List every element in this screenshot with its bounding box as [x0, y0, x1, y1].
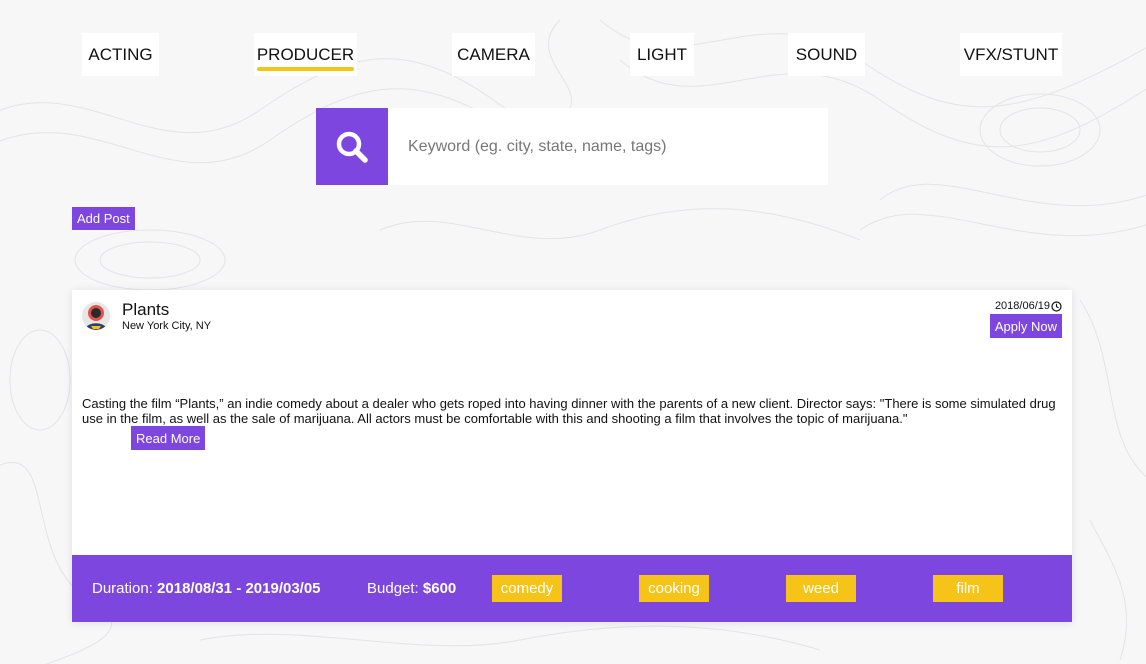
- clock-icon: [1051, 300, 1062, 312]
- budget-value: $600: [422, 580, 457, 597]
- add-post-button[interactable]: Add Post: [72, 207, 135, 230]
- tag-film[interactable]: film: [933, 575, 1003, 602]
- tab-producer[interactable]: PRODUCER: [254, 33, 357, 76]
- search-icon: [336, 131, 368, 163]
- post-footer: Duration: 2018/08/31 - 2019/03/05 Budget…: [72, 555, 1072, 622]
- tag-cooking[interactable]: cooking: [639, 575, 709, 602]
- post-description: Casting the film “Plants,” an indie come…: [82, 396, 1056, 426]
- post-date-text: 2018/06/19: [994, 300, 1050, 312]
- post-date: 2018/06/19: [995, 300, 1062, 312]
- post-card: Plants New York City, NY 2018/06/19 Appl…: [72, 290, 1072, 622]
- apply-now-button[interactable]: Apply Now: [989, 314, 1062, 338]
- duration-value: 2018/08/31 - 2019/03/05: [157, 580, 321, 597]
- budget-label: Budget:: [367, 580, 419, 597]
- tab-label: ACTING: [88, 44, 153, 64]
- tab-camera[interactable]: CAMERA: [452, 33, 535, 76]
- page: ACTING PRODUCER CAMERA LIGHT SOUND VFX/S…: [0, 0, 1146, 664]
- tab-label: CAMERA: [457, 44, 530, 64]
- tab-light[interactable]: LIGHT: [630, 33, 694, 76]
- tab-acting[interactable]: ACTING: [82, 33, 159, 76]
- tab-label: PRODUCER: [256, 44, 355, 71]
- post-title[interactable]: Plants: [122, 300, 169, 320]
- post-location: New York City, NY: [122, 320, 212, 332]
- search-button[interactable]: [316, 108, 388, 185]
- tab-label: LIGHT: [636, 44, 688, 64]
- tag-comedy[interactable]: comedy: [492, 575, 562, 602]
- tab-label: VFX/STUNT: [963, 44, 1059, 64]
- duration-label: Duration:: [92, 580, 153, 597]
- tab-label: SOUND: [795, 44, 858, 64]
- tag-weed[interactable]: weed: [786, 575, 856, 602]
- search-input[interactable]: [388, 108, 828, 185]
- tab-sound[interactable]: SOUND: [788, 33, 865, 76]
- avatar: [82, 302, 110, 330]
- duration: Duration: 2018/08/31 - 2019/03/05: [92, 580, 321, 597]
- tab-vfx-stunt[interactable]: VFX/STUNT: [960, 33, 1062, 76]
- budget: Budget: $600: [367, 580, 456, 597]
- read-more-button[interactable]: Read More: [131, 426, 206, 450]
